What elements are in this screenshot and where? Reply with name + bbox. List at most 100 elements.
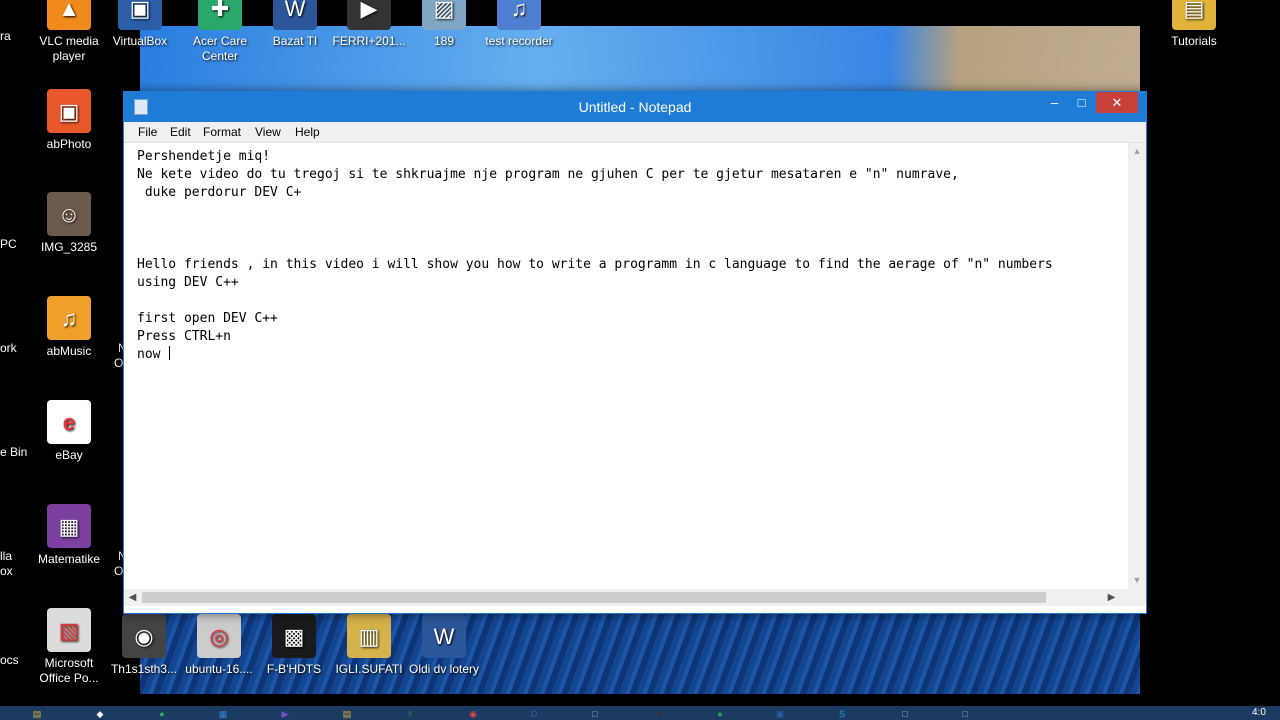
window-title: Untitled - Notepad bbox=[578, 99, 692, 115]
desktop-icon-label: Bazat TI bbox=[272, 34, 318, 48]
video-file-icon: ◉ bbox=[122, 614, 166, 658]
audio-file-icon: ♫ bbox=[497, 0, 541, 30]
title-bar[interactable]: Untitled - Notepad – □ ✕ bbox=[124, 92, 1146, 122]
desktop-icon-vlc[interactable]: ▲ VLC media player bbox=[32, 0, 106, 64]
scroll-up-icon[interactable]: ▲ bbox=[1128, 143, 1146, 160]
edge-label: ork bbox=[0, 341, 17, 355]
desktop-icon-ferri[interactable]: ▶ FERRI+201... bbox=[332, 0, 406, 49]
desktop-icon-label: FERRI+201... bbox=[332, 34, 406, 48]
desktop-icon-label: test recorder bbox=[485, 34, 553, 48]
taskbar-window-2[interactable]: □ bbox=[950, 708, 980, 720]
vlc-icon: ▲ bbox=[47, 0, 91, 30]
taskbar-clock[interactable]: 4:0 bbox=[1252, 707, 1266, 718]
desktop-icon-label: VirtualBox bbox=[112, 34, 168, 48]
edge-label: PC bbox=[0, 237, 17, 251]
size-grip[interactable] bbox=[1128, 589, 1146, 606]
minimize-button[interactable]: – bbox=[1041, 92, 1068, 113]
desktop-icon-label: Tutorials bbox=[1171, 34, 1217, 48]
desktop-icon-test-recorder[interactable]: ♫ test recorder bbox=[482, 0, 556, 49]
folder-icon: ▤ bbox=[1172, 0, 1216, 30]
office-shortcut-icon: ▧ bbox=[47, 608, 91, 652]
edge-label: ra bbox=[0, 29, 11, 43]
close-button[interactable]: ✕ bbox=[1096, 92, 1138, 113]
abphoto-icon: ▣ bbox=[47, 89, 91, 133]
desktop-icon-label: Th1s1sth3... bbox=[110, 662, 178, 676]
desktop-icon-label: 189 bbox=[433, 34, 455, 48]
word-document-icon: W bbox=[273, 0, 317, 30]
taskbar-xbox[interactable]: ● bbox=[705, 708, 735, 720]
taskbar-calculator[interactable]: ▦ bbox=[208, 708, 238, 720]
desktop-icon-th1s1sth3[interactable]: ◉ Th1s1sth3... bbox=[107, 614, 181, 677]
taskbar-start-app[interactable]: ◆ bbox=[85, 708, 115, 720]
edge-label: O bbox=[114, 356, 124, 370]
photo-thumbnail-icon: ☺ bbox=[47, 192, 91, 236]
desktop-icon-f-bhdts[interactable]: ▩ F-B'HDTS bbox=[257, 614, 331, 677]
menu-file[interactable]: File bbox=[138, 125, 157, 139]
document-text: Pershendetje miq! Ne kete video do tu tr… bbox=[137, 149, 1053, 362]
acer-care-icon: ✚ bbox=[198, 0, 242, 30]
desktop-icon-abmusic[interactable]: ♫ abMusic bbox=[32, 296, 106, 359]
edge-label: ocs bbox=[0, 653, 19, 667]
edge-label: ox bbox=[0, 564, 13, 578]
desktop-icon-matematike[interactable]: ▦ Matematike bbox=[32, 504, 106, 567]
text-caret bbox=[169, 346, 171, 360]
desktop-icon-label: eBay bbox=[55, 448, 83, 462]
desktop-icon-ebay[interactable]: e eBay bbox=[32, 400, 106, 463]
desktop-icon-virtualbox[interactable]: ▣ VirtualBox bbox=[103, 0, 177, 49]
taskbar-spotify[interactable]: ● bbox=[147, 708, 177, 720]
abmusic-icon: ♫ bbox=[47, 296, 91, 340]
menu-bar: File Edit Format View Help bbox=[124, 122, 1146, 143]
desktop-icon-189[interactable]: ▨ 189 bbox=[407, 0, 481, 49]
desktop-icon-bazat-ti[interactable]: W Bazat TI bbox=[258, 0, 332, 49]
desktop-icon-igli-sufati[interactable]: ▥ IGLI.SUFATI bbox=[332, 614, 406, 677]
taskbar-visual-studio[interactable]: ▶ bbox=[270, 708, 300, 720]
scroll-right-icon[interactable]: ▶ bbox=[1103, 589, 1120, 606]
notepad-window[interactable]: Untitled - Notepad – □ ✕ File Edit Forma… bbox=[123, 91, 1147, 614]
desktop-icon-label: Matematike bbox=[37, 552, 101, 566]
horizontal-scroll-thumb[interactable] bbox=[142, 592, 1046, 603]
desktop-icon-acer-care-center[interactable]: ✚ Acer Care Center bbox=[183, 0, 257, 64]
virtualbox-icon: ▣ bbox=[118, 0, 162, 30]
scroll-left-icon[interactable]: ◀ bbox=[124, 589, 141, 606]
taskbar-skype[interactable]: S bbox=[827, 708, 857, 720]
archive-icon: ▥ bbox=[347, 614, 391, 658]
taskbar-excel[interactable]: X bbox=[395, 708, 425, 720]
menu-format[interactable]: Format bbox=[203, 125, 241, 139]
desktop-icon-tutorials[interactable]: ▤ Tutorials bbox=[1157, 0, 1231, 49]
maximize-button[interactable]: □ bbox=[1068, 92, 1095, 113]
desktop-icon-label: Acer Care Center bbox=[192, 34, 248, 63]
taskbar-folder[interactable]: ▤ bbox=[332, 708, 362, 720]
desktop-icon-label: abMusic bbox=[46, 344, 92, 358]
taskbar-window-1[interactable]: □ bbox=[890, 708, 920, 720]
winrar-archive-icon: ▦ bbox=[47, 504, 91, 548]
desktop-icon-abphoto[interactable]: ▣ abPhoto bbox=[32, 89, 106, 152]
vertical-scrollbar[interactable]: ▲ ▼ bbox=[1128, 143, 1146, 589]
desktop-icon-img-3285[interactable]: ☺ IMG_3285 bbox=[32, 192, 106, 255]
taskbar-dev-cpp[interactable]: D bbox=[519, 708, 549, 720]
menu-help[interactable]: Help bbox=[295, 125, 320, 139]
desktop-icon-label: Microsoft Office Po... bbox=[39, 656, 99, 685]
desktop-icon-label: ubuntu-16.... bbox=[185, 662, 253, 676]
menu-view[interactable]: View bbox=[255, 125, 281, 139]
taskbar-file-explorer[interactable]: ▤ bbox=[22, 708, 52, 720]
taskbar-notepad[interactable]: □ bbox=[580, 708, 610, 720]
horizontal-scrollbar[interactable]: ◀ ▶ bbox=[124, 589, 1128, 606]
desktop-icon-label: VLC media player bbox=[39, 34, 99, 63]
taskbar: ▤ ◆ ● ▦ ▶ ▤ X ◉ D □ ■ ● ▣ S □ □ 4:0 bbox=[0, 706, 1280, 720]
scroll-down-icon[interactable]: ▼ bbox=[1128, 572, 1146, 589]
desktop-icon-label: F-B'HDTS bbox=[266, 662, 322, 676]
menu-edit[interactable]: Edit bbox=[170, 125, 191, 139]
desktop-icon-microsoft-office[interactable]: ▧ Microsoft Office Po... bbox=[32, 608, 106, 686]
desktop-icon-oldi-dv-lotery[interactable]: W Oldi dv lotery bbox=[407, 614, 481, 677]
word-document-icon: W bbox=[422, 614, 466, 658]
image-file-icon: ▨ bbox=[422, 0, 466, 30]
taskbar-virtualbox[interactable]: ▣ bbox=[765, 708, 795, 720]
desktop-icon-label: IMG_3285 bbox=[40, 240, 98, 254]
desktop-icon-ubuntu[interactable]: ◎ ubuntu-16.... bbox=[182, 614, 256, 677]
text-editor[interactable]: Pershendetje miq! Ne kete video do tu tr… bbox=[124, 143, 1128, 589]
taskbar-app[interactable]: ■ bbox=[645, 708, 675, 720]
desktop-icon-label: abPhoto bbox=[46, 137, 92, 151]
taskbar-chrome[interactable]: ◉ bbox=[458, 708, 488, 720]
video-file-icon: ▶ bbox=[347, 0, 391, 30]
edge-label: lla bbox=[0, 549, 13, 563]
